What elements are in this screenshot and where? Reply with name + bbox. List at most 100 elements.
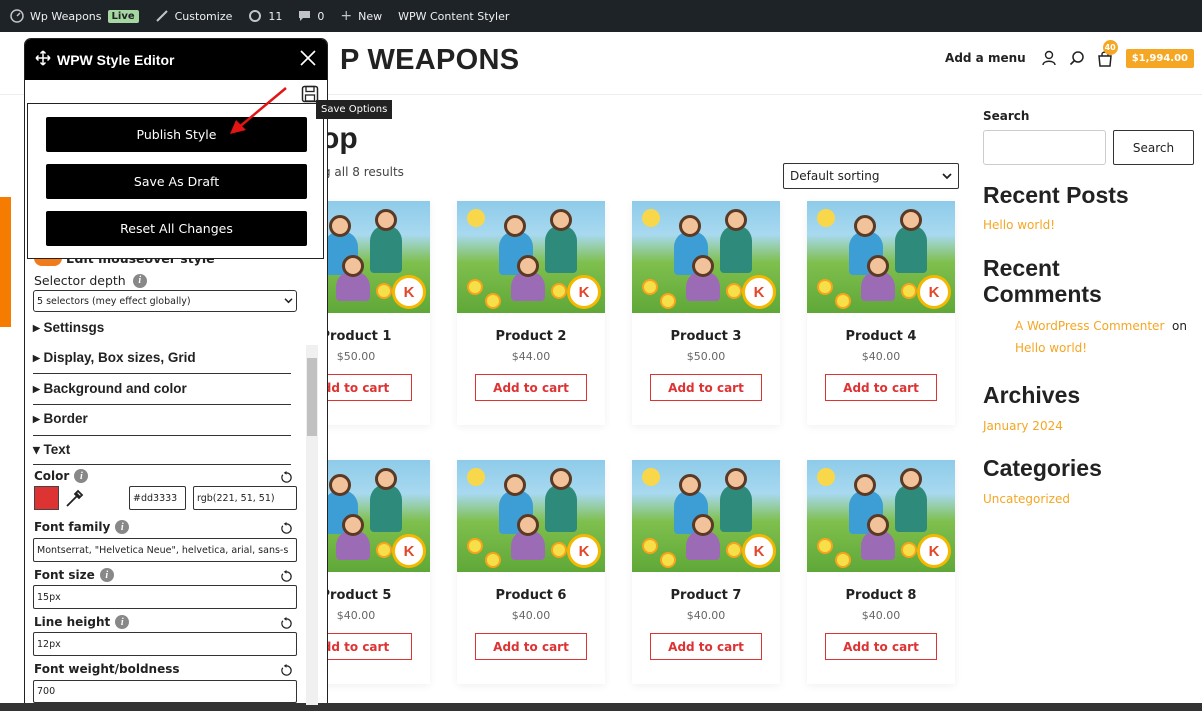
- comments-link[interactable]: 0: [298, 10, 324, 23]
- font-size-label: Font size i: [34, 568, 114, 582]
- account-icon[interactable]: [1040, 49, 1058, 67]
- product-card[interactable]: K Product 6 $40.00 Add to cart: [457, 460, 605, 684]
- reset-icon[interactable]: [280, 522, 293, 535]
- line-height-label-text: Line height: [34, 615, 111, 629]
- updates-link[interactable]: 11: [248, 9, 282, 23]
- product-name[interactable]: Product 7: [632, 588, 780, 603]
- product-price: $50.00: [686, 350, 726, 363]
- search-button[interactable]: Search: [1113, 130, 1194, 165]
- selector-depth-select[interactable]: 5 selectors (mey effect globally): [33, 290, 297, 312]
- line-height-input[interactable]: 12px: [33, 632, 297, 656]
- product-image[interactable]: K: [632, 201, 780, 313]
- plugin-link[interactable]: WPW Content Styler: [398, 10, 509, 23]
- info-icon[interactable]: i: [115, 520, 130, 534]
- product-image[interactable]: K: [457, 201, 605, 313]
- search-icon[interactable]: [1068, 49, 1086, 67]
- info-icon[interactable]: i: [99, 568, 114, 582]
- section-text[interactable]: ▾ Text: [33, 442, 291, 458]
- recent-post-link[interactable]: Hello world!: [983, 218, 1055, 232]
- product-name[interactable]: Product 8: [807, 588, 955, 603]
- reset-icon[interactable]: [280, 664, 293, 677]
- font-weight-input[interactable]: 700: [33, 680, 297, 703]
- reset-changes-button[interactable]: Reset All Changes: [46, 211, 307, 246]
- save-draft-button[interactable]: Save As Draft: [46, 164, 307, 199]
- color-swatch[interactable]: [34, 486, 59, 510]
- eyedropper-icon[interactable]: [64, 487, 86, 509]
- product-card[interactable]: K Product 4 $40.00 Add to cart: [807, 201, 955, 425]
- font-family-input[interactable]: Montserrat, "Helvetica Neue", helvetica,…: [33, 538, 297, 562]
- product-card[interactable]: K Product 7 $40.00 Add to cart: [632, 460, 780, 684]
- line-height-label: Line height i: [34, 615, 130, 629]
- category-link[interactable]: Uncategorized: [983, 492, 1070, 506]
- side-tab-marker[interactable]: [0, 197, 11, 327]
- info-icon[interactable]: i: [132, 273, 147, 288]
- product-name[interactable]: Product 3: [632, 329, 780, 344]
- product-image[interactable]: K: [457, 460, 605, 572]
- add-to-cart-button[interactable]: Add to cart: [475, 633, 587, 660]
- color-rgb-input[interactable]: rgb(221, 51, 51): [193, 486, 297, 510]
- site-menu[interactable]: Wp Weapons Live: [10, 9, 139, 23]
- close-icon[interactable]: [299, 49, 317, 71]
- new-content-link[interactable]: + New: [340, 8, 382, 24]
- editor-header[interactable]: WPW Style Editor: [25, 39, 327, 80]
- add-to-cart-button[interactable]: Add to cart: [475, 374, 587, 401]
- customize-link[interactable]: Customize: [155, 9, 233, 23]
- comment-on-text: on: [1172, 319, 1187, 333]
- sorting-value: Default sorting: [790, 169, 880, 183]
- recent-comments-heading-1: Recent: [983, 255, 1060, 281]
- product-card[interactable]: K Product 8 $40.00 Add to cart: [807, 460, 955, 684]
- section-divider: [33, 435, 291, 436]
- product-name[interactable]: Product 2: [457, 329, 605, 344]
- updates-icon: [248, 9, 262, 23]
- comment-icon: [298, 10, 311, 22]
- recent-comments-heading-2: Comments: [983, 281, 1102, 307]
- customize-label: Customize: [174, 9, 233, 23]
- color-hex-input[interactable]: #dd3333: [129, 486, 186, 510]
- cart-total[interactable]: $1,994.00: [1125, 48, 1194, 68]
- site-name: Wp Weapons: [30, 9, 102, 23]
- selector-depth-text: Selector depth: [34, 273, 126, 288]
- header-right: Add a menu 40 $1,994.00: [945, 40, 1194, 68]
- brand-logo-icon: K: [567, 534, 601, 568]
- commenter-link[interactable]: A WordPress Commenter: [1015, 319, 1164, 333]
- section-display[interactable]: ▸ Display, Box sizes, Grid: [33, 350, 291, 366]
- product-image[interactable]: K: [632, 460, 780, 572]
- archive-link[interactable]: January 2024: [983, 419, 1063, 433]
- product-price: $40.00: [861, 350, 901, 363]
- product-card[interactable]: K Product 2 $44.00 Add to cart: [457, 201, 605, 425]
- comment-post-link[interactable]: Hello world!: [1015, 341, 1087, 355]
- product-image[interactable]: K: [807, 201, 955, 313]
- add-to-cart-button[interactable]: Add to cart: [650, 633, 762, 660]
- section-settings[interactable]: ▸ Settinsgs: [33, 320, 291, 336]
- section-background[interactable]: ▸ Background and color: [33, 381, 291, 397]
- editor-scrollbar-thumb[interactable]: [307, 358, 317, 436]
- product-price: $40.00: [686, 609, 726, 622]
- reset-icon[interactable]: [280, 570, 293, 583]
- add-menu-link[interactable]: Add a menu: [945, 51, 1026, 65]
- product-image[interactable]: K: [807, 460, 955, 572]
- font-size-input[interactable]: 15px: [33, 585, 297, 609]
- cart-button[interactable]: 40: [1096, 40, 1118, 68]
- search-input[interactable]: [983, 130, 1106, 165]
- brand-logo-icon: K: [917, 275, 951, 309]
- add-to-cart-button[interactable]: Add to cart: [825, 633, 937, 660]
- product-card[interactable]: K Product 3 $50.00 Add to cart: [632, 201, 780, 425]
- move-icon[interactable]: [35, 50, 51, 69]
- add-to-cart-button[interactable]: Add to cart: [825, 374, 937, 401]
- font-family-label-text: Font family: [34, 520, 111, 534]
- add-to-cart-button[interactable]: Add to cart: [650, 374, 762, 401]
- info-icon[interactable]: i: [74, 469, 89, 483]
- sorting-select[interactable]: Default sorting: [783, 163, 959, 189]
- new-label: New: [358, 9, 383, 23]
- info-icon[interactable]: i: [115, 615, 130, 629]
- reset-icon[interactable]: [280, 471, 293, 484]
- brand-logo-icon: K: [567, 275, 601, 309]
- section-border[interactable]: ▸ Border: [33, 411, 291, 427]
- site-title[interactable]: P WEAPONS: [340, 44, 519, 77]
- product-name[interactable]: Product 4: [807, 329, 955, 344]
- product-price: $40.00: [511, 609, 551, 622]
- plugin-label: WPW Content Styler: [398, 9, 510, 23]
- product-name[interactable]: Product 6: [457, 588, 605, 603]
- reset-icon[interactable]: [280, 617, 293, 630]
- product-price: $40.00: [861, 609, 901, 622]
